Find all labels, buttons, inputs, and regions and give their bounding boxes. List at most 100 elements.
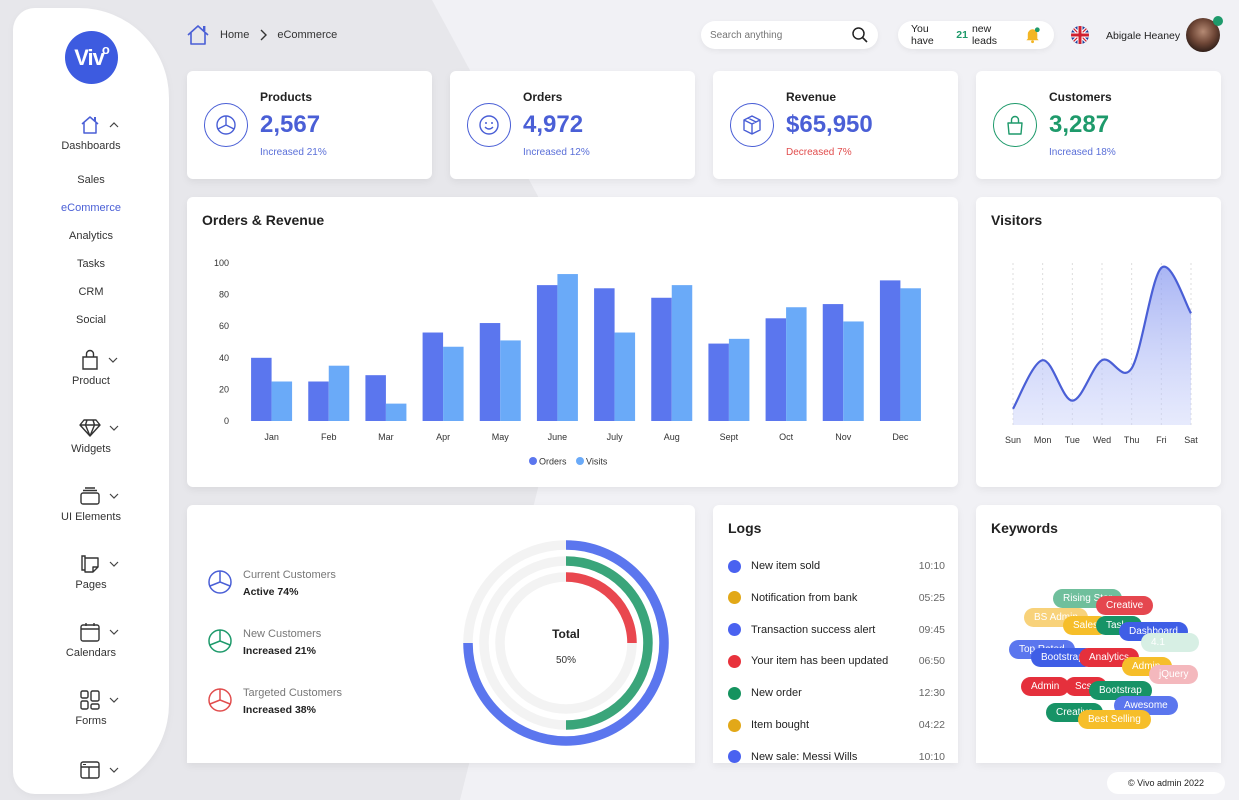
bar-orders-sept[interactable]: [708, 343, 729, 421]
bar-orders-dec[interactable]: [879, 280, 901, 421]
footer-copyright: © Vivo admin 2022: [1107, 772, 1225, 794]
pie-chart-icon: [216, 115, 236, 135]
log-item[interactable]: Your item has been updated 06:50: [728, 651, 945, 671]
bar-orders-mar[interactable]: [365, 375, 386, 421]
calendar-icon: [80, 623, 100, 642]
chevron-down-icon[interactable]: [109, 766, 119, 774]
uk-flag-icon[interactable]: [1071, 26, 1089, 44]
sidebar-item-pages[interactable]: Pages: [13, 552, 169, 591]
bar-orders-apr[interactable]: [422, 332, 444, 421]
bar-visits-may[interactable]: [500, 340, 521, 421]
bar-visits-july[interactable]: [614, 332, 636, 421]
user-name[interactable]: Abigale Heaney: [1106, 30, 1180, 42]
stat-icon-wrapper: [467, 103, 511, 147]
leads-suffix: new leads: [971, 23, 998, 47]
stat-icon-wrapper: [993, 103, 1037, 147]
bar-orders-aug[interactable]: [651, 297, 672, 421]
y-tick-label: 60: [219, 321, 229, 331]
keyword-tag[interactable]: Admin: [1021, 677, 1070, 696]
legend-label-orders[interactable]: Orders: [539, 457, 567, 467]
keyword-tag[interactable]: Best Selling: [1078, 710, 1151, 729]
diamond-icon: [79, 419, 101, 437]
bar-visits-feb[interactable]: [328, 365, 350, 421]
x-tick-label: Feb: [321, 432, 337, 442]
keyword-tag[interactable]: jQuery: [1149, 665, 1199, 684]
log-item[interactable]: Item bought 04:22: [728, 715, 945, 735]
x-tick-label: Apr: [436, 432, 450, 442]
log-item[interactable]: Transaction success alert 09:45: [728, 620, 945, 640]
x-tick-label: Oct: [779, 432, 794, 442]
home-icon[interactable]: [186, 24, 210, 46]
sidebar-subitem-analytics[interactable]: Analytics: [13, 230, 169, 242]
stat-title: Customers: [1049, 90, 1112, 104]
home-icon: [81, 116, 99, 134]
bar-orders-jan[interactable]: [251, 357, 272, 421]
stat-value: 3,287: [1049, 111, 1110, 138]
stat-trend: Increased 18%: [1049, 147, 1116, 158]
leads-count: 21: [956, 29, 968, 41]
chevron-down-icon[interactable]: [109, 628, 119, 636]
sidebar-item-ui-elements[interactable]: UI Elements: [13, 484, 169, 523]
chevron-down-icon[interactable]: [109, 424, 119, 432]
breadcrumb-home[interactable]: Home: [220, 29, 249, 41]
sidebar-subitem-ecommerce[interactable]: eCommerce: [13, 202, 169, 214]
log-status-dot: [728, 750, 741, 763]
bar-visits-nov[interactable]: [843, 321, 864, 421]
bar-visits-jan[interactable]: [271, 381, 293, 422]
log-item[interactable]: New sale: Messi Wills 10:10: [728, 747, 945, 763]
stat-title: Revenue: [786, 90, 837, 104]
keyword-tag[interactable]: Creative: [1096, 596, 1154, 615]
sidebar-subitem-tasks[interactable]: Tasks: [13, 258, 169, 270]
sidebar-subitem-social[interactable]: Social: [13, 314, 169, 326]
legend-label-visits[interactable]: Visits: [586, 457, 608, 467]
bar-orders-july[interactable]: [594, 288, 615, 421]
sidebar-item-dashboards[interactable]: Dashboards: [13, 113, 169, 152]
bar-visits-dec[interactable]: [900, 288, 921, 421]
x-tick-label: Nov: [835, 432, 852, 442]
bar-visits-mar[interactable]: [385, 403, 407, 421]
bar-orders-june[interactable]: [536, 285, 558, 421]
bar-visits-june[interactable]: [557, 274, 578, 421]
search-icon[interactable]: [851, 26, 869, 44]
log-time: 04:22: [918, 719, 945, 731]
pie-chart-icon: [208, 688, 232, 712]
bar-visits-apr[interactable]: [443, 346, 464, 421]
bar-orders-oct[interactable]: [765, 318, 787, 421]
chevron-down-icon[interactable]: [109, 696, 119, 704]
stat-title: Products: [260, 90, 313, 104]
sidebar-item-layouts[interactable]: [13, 758, 169, 782]
log-item[interactable]: New order 12:30: [728, 683, 945, 703]
sidebar-subitem-sales[interactable]: Sales: [13, 174, 169, 186]
breadcrumb-current: eCommerce: [277, 29, 338, 41]
layers-icon: [80, 487, 100, 505]
chevron-down-icon[interactable]: [109, 492, 119, 500]
bar-orders-may[interactable]: [479, 323, 501, 421]
chevron-down-icon[interactable]: [109, 560, 119, 568]
sidebar-item-product[interactable]: Product: [13, 348, 169, 387]
customer-stat-label: New Customers: [243, 628, 322, 640]
chevron-down-icon[interactable]: [108, 356, 118, 364]
log-item[interactable]: Notification from bank 05:25: [728, 588, 945, 608]
visitors-area-fill: [1013, 266, 1191, 425]
x-tick-label: Aug: [664, 432, 680, 442]
sidebar-subitem-crm[interactable]: CRM: [13, 286, 169, 298]
brand-logo[interactable]: Viv o: [65, 31, 118, 84]
sidebar-item-calendars[interactable]: Calendars: [13, 620, 169, 659]
chevron-up-icon[interactable]: [109, 121, 119, 129]
log-text: Transaction success alert: [751, 623, 876, 636]
sidebar-item-forms[interactable]: Forms: [13, 688, 169, 727]
keyword-tag[interactable]: 4.1: [1141, 633, 1199, 652]
customer-stat-value: Increased 38%: [243, 704, 316, 716]
bar-visits-aug[interactable]: [671, 285, 693, 421]
bar-orders-nov[interactable]: [822, 304, 844, 421]
bar-orders-feb[interactable]: [308, 381, 329, 422]
stat-value: $65,950: [786, 111, 873, 138]
customers-card: Current Customers Active 74% New Customer…: [187, 505, 695, 763]
log-item[interactable]: New item sold 10:10: [728, 556, 945, 576]
sidebar-item-widgets[interactable]: Widgets: [13, 416, 169, 455]
bar-visits-oct[interactable]: [786, 307, 807, 421]
search-input[interactable]: [710, 29, 840, 41]
stat-trend: Increased 12%: [523, 147, 590, 158]
bar-visits-sept[interactable]: [728, 338, 750, 421]
leads-notification[interactable]: You have 21 new leads: [898, 21, 1054, 49]
